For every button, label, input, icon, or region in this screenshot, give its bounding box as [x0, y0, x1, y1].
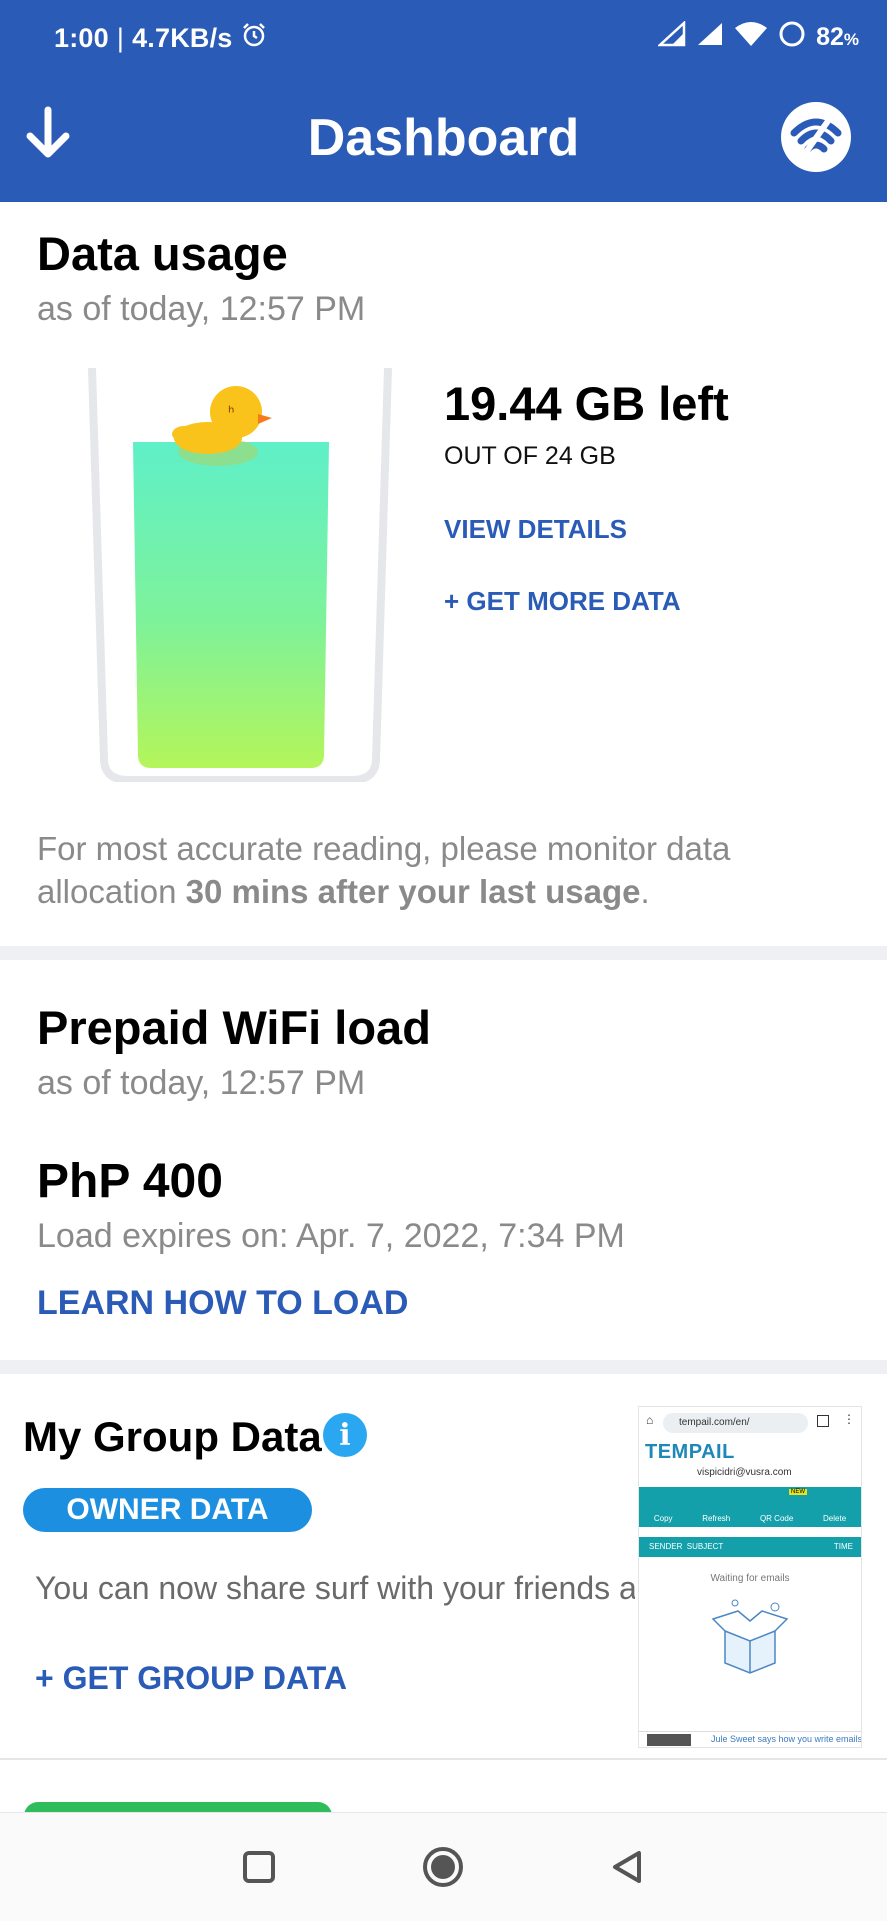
tab-icon [817, 1415, 829, 1427]
prepaid-timestamp: as of today, 12:57 PM [37, 1064, 366, 1102]
menu-icon: ⋮ [843, 1412, 855, 1426]
status-left: 1:00 | 4.7KB/s [54, 22, 267, 55]
thumb-footer: Jule Sweet says how you write emails [639, 1731, 861, 1747]
square-recents-icon[interactable] [235, 1843, 283, 1891]
section-divider [0, 1758, 887, 1760]
wifi-logo-icon[interactable] [781, 102, 851, 172]
triangle-back-icon[interactable] [603, 1843, 651, 1891]
group-data-promo-image[interactable]: ⌂ tempail.com/en/ ⋮ TEMPAIL vispicidri@v… [638, 1406, 862, 1748]
svg-text:ʰ: ʰ [228, 403, 234, 422]
data-usage-note: For most accurate reading, please monito… [37, 830, 731, 910]
thumb-email: vispicidri@vusra.com [697, 1467, 792, 1478]
page-title: Dashboard [307, 109, 580, 167]
status-right: 82% [656, 20, 859, 55]
thumb-url-row: ⌂ tempail.com/en/ ⋮ [639, 1407, 861, 1437]
thumb-action: QR Code [759, 1514, 794, 1523]
signal-icon [696, 21, 724, 54]
thumb-url: tempail.com/en/ [663, 1413, 808, 1433]
thumb-new-badge: NEW [789, 1489, 807, 1495]
group-data-description: You can now share surf with your friends… [35, 1570, 635, 1606]
battery-icon [778, 20, 806, 55]
prepaid-expiry: Load expires on: Apr. 7, 2022, 7:34 PM [37, 1217, 625, 1255]
thumb-list-header: SENDER SUBJECT TIME [639, 1537, 861, 1557]
data-remaining: 19.44 GB left [444, 377, 729, 430]
view-details-link[interactable]: VIEW DETAILS [444, 514, 627, 545]
thumb-action: Delete [823, 1514, 847, 1523]
get-group-data-link[interactable]: + GET GROUP DATA [35, 1660, 347, 1697]
thumb-action: Copy [653, 1514, 673, 1523]
thumb-avatar [647, 1734, 691, 1746]
data-glass-graphic: ʰ [88, 367, 392, 784]
info-icon[interactable]: i [323, 1413, 367, 1457]
data-usage-title: Data usage [37, 227, 288, 280]
status-separator: | [116, 23, 125, 53]
section-divider [0, 946, 887, 960]
prepaid-amount: PhP 400 [37, 1155, 223, 1208]
app-bar: Dashboard [0, 80, 887, 202]
duck-icon: ʰ [172, 386, 272, 466]
system-nav-bar [0, 1812, 887, 1921]
thumb-action: Refresh [702, 1514, 731, 1523]
open-box-icon [705, 1597, 795, 1677]
status-speed: 4.7KB/s [132, 23, 233, 53]
thumb-waiting-text: Waiting for emails [710, 1573, 790, 1584]
wifi-icon [734, 21, 768, 54]
battery-level: 82% [816, 23, 859, 51]
group-data-title: My Group Data [23, 1413, 322, 1460]
learn-how-to-load-link[interactable]: LEARN HOW TO LOAD [37, 1284, 408, 1323]
owner-data-badge: OWNER DATA [23, 1488, 312, 1532]
section-divider [0, 1360, 887, 1374]
data-total: OUT OF 24 GB [444, 442, 616, 470]
prepaid-title: Prepaid WiFi load [37, 1001, 431, 1054]
data-usage-timestamp: as of today, 12:57 PM [37, 290, 366, 328]
home-icon: ⌂ [646, 1413, 654, 1427]
thumb-actions: Copy Refresh QR Code Delete [639, 1487, 861, 1527]
alarm-icon [241, 22, 267, 55]
circle-home-icon[interactable] [419, 1843, 467, 1891]
status-time: 1:00 [54, 23, 109, 53]
thumb-logo: TEMPAIL [645, 1441, 735, 1463]
status-bar: 1:00 | 4.7KB/s 82% [0, 0, 887, 80]
signal-icon [656, 20, 686, 54]
get-more-data-link[interactable]: + GET MORE DATA [444, 586, 681, 617]
